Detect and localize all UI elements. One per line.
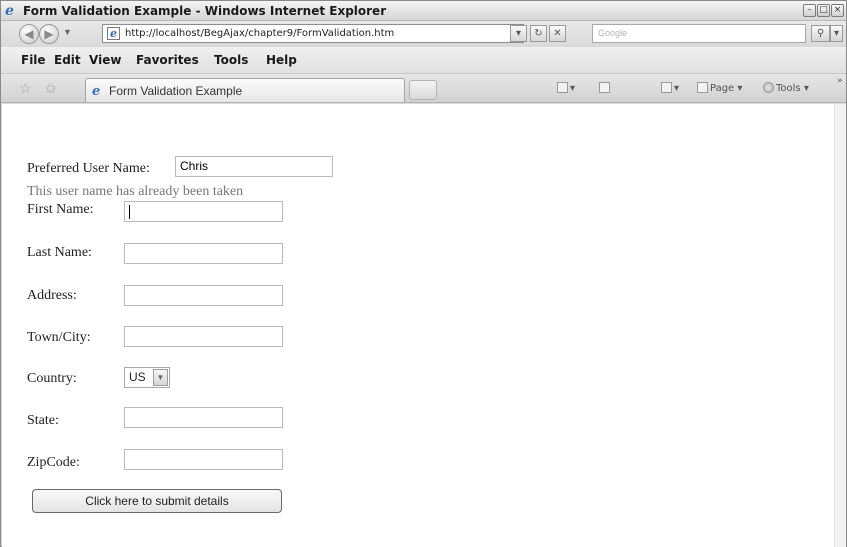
address-toolbar: ◀ ▶ ▼ e http://localhost/BegAjax/chapter… [1, 21, 846, 47]
country-label: Country: [27, 371, 77, 386]
menu-tools[interactable]: Tools [214, 53, 248, 67]
close-button[interactable]: × [831, 4, 844, 17]
preferred-username-value: Chris [180, 159, 209, 173]
favorites-star-icon[interactable]: ☆ [19, 80, 32, 97]
stop-icon: ✕ [553, 28, 562, 39]
menu-help[interactable]: Help [266, 53, 297, 67]
refresh-button[interactable]: ↻ [530, 25, 547, 42]
tools-menu[interactable]: Tools ▾ [763, 82, 809, 94]
home-icon [557, 82, 568, 93]
minimize-button[interactable]: – [803, 4, 816, 17]
text-caret [129, 205, 130, 219]
username-error-message: This user name has already been taken [27, 184, 244, 199]
preferred-username-field[interactable]: Chris [175, 156, 333, 177]
page-menu-label: Page [710, 83, 735, 94]
print-button[interactable]: ▾ [661, 82, 679, 94]
tab-bar: ☆ ✩ e Form Validation Example ▾ ▾ Page ▾… [1, 74, 846, 103]
chevron-down-icon: ▾ [515, 28, 522, 39]
print-icon [661, 82, 672, 93]
menu-view[interactable]: View [89, 53, 121, 67]
maximize-button[interactable]: □ [817, 4, 830, 17]
home-button[interactable]: ▾ [557, 82, 575, 94]
forward-arrow-icon: ▶ [44, 27, 54, 41]
zipcode-field[interactable] [124, 449, 283, 470]
address-url[interactable]: http://localhost/BegAjax/chapter9/FormVa… [125, 28, 394, 39]
page-icon: e [107, 27, 120, 40]
search-button[interactable]: ⚲ [811, 25, 830, 42]
vertical-scrollbar[interactable] [834, 104, 846, 547]
menu-favorites[interactable]: Favorites [136, 53, 199, 67]
last-name-label: Last Name: [27, 245, 92, 260]
new-tab-button[interactable] [409, 80, 437, 100]
town-city-label: Town/City: [27, 330, 91, 345]
back-button[interactable]: ◀ [19, 24, 39, 44]
page-menu-icon [697, 82, 708, 93]
chevron-more-icon[interactable]: » [837, 76, 843, 86]
window-title: Form Validation Example - Windows Intern… [23, 4, 387, 18]
address-bar[interactable]: e http://localhost/BegAjax/chapter9/Form… [102, 24, 524, 43]
first-name-label: First Name: [27, 202, 94, 217]
ie-logo-icon: e [92, 84, 101, 99]
state-field[interactable] [124, 407, 283, 428]
address-dropdown-button[interactable]: ▾ [510, 25, 527, 42]
submit-button[interactable]: Click here to submit details [32, 489, 282, 513]
menu-edit[interactable]: Edit [54, 53, 81, 67]
chevron-down-icon: ▾ [833, 28, 840, 39]
address-field[interactable] [124, 285, 283, 306]
window-controls: – □ × [803, 4, 844, 17]
feeds-icon [599, 82, 610, 93]
search-placeholder: Google [598, 28, 628, 38]
search-icon: ⚲ [816, 28, 825, 39]
country-select[interactable]: US ▼ [124, 367, 170, 388]
forward-button[interactable]: ▶ [39, 24, 59, 44]
zipcode-label: ZipCode: [27, 455, 80, 470]
last-name-field[interactable] [124, 243, 283, 264]
state-label: State: [27, 413, 59, 428]
address-label: Address: [27, 288, 77, 303]
tools-menu-label: Tools [776, 83, 801, 94]
preferred-username-label: Preferred User Name: [27, 161, 150, 176]
back-arrow-icon: ◀ [24, 27, 34, 41]
feeds-button[interactable] [599, 82, 612, 94]
menu-file[interactable]: File [21, 53, 46, 67]
gear-icon [763, 82, 774, 93]
chevron-down-icon[interactable]: ▼ [153, 369, 168, 386]
menu-bar: File Edit View Favorites Tools Help [1, 47, 846, 74]
country-select-value: US [129, 370, 146, 384]
first-name-field[interactable] [124, 201, 283, 222]
town-city-field[interactable] [124, 326, 283, 347]
ie-logo-icon: e [5, 3, 14, 19]
tab-form-validation[interactable]: e Form Validation Example [85, 78, 405, 102]
stop-button[interactable]: ✕ [549, 25, 566, 42]
refresh-icon: ↻ [534, 28, 543, 39]
search-options-button[interactable]: ▾ [830, 25, 843, 42]
add-favorites-icon[interactable]: ✩ [45, 80, 57, 97]
title-bar: e Form Validation Example - Windows Inte… [1, 1, 846, 21]
browser-window: e Form Validation Example - Windows Inte… [0, 0, 847, 547]
search-input[interactable]: Google [592, 24, 806, 43]
tab-label: Form Validation Example [109, 84, 243, 98]
page-menu[interactable]: Page ▾ [697, 82, 742, 94]
recent-pages-dropdown[interactable]: ▼ [63, 27, 72, 37]
